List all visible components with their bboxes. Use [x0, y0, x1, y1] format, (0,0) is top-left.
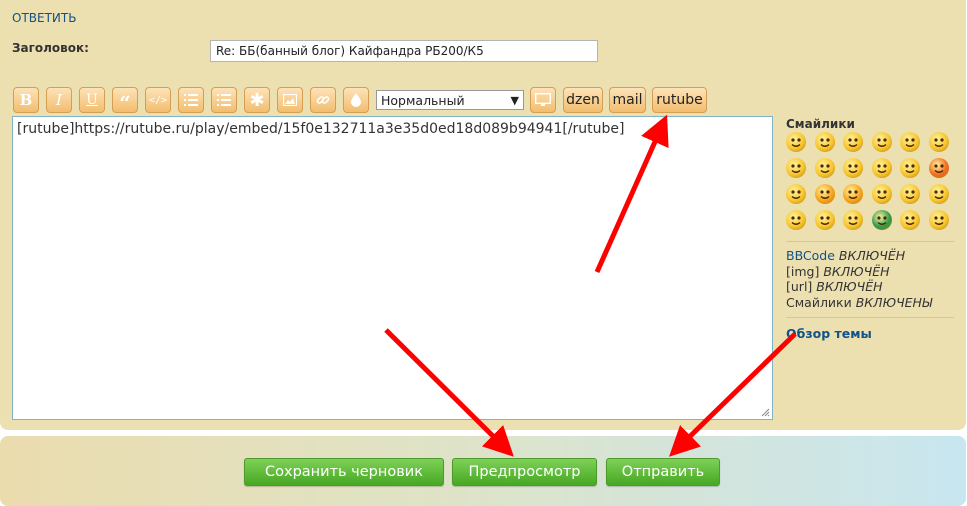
bold-icon: B [19, 91, 33, 109]
geek-smiley-icon[interactable] [900, 210, 920, 230]
nerd-smiley-icon[interactable] [928, 210, 949, 230]
color-icon [351, 93, 361, 107]
link-icon [316, 96, 330, 104]
smilies-state: ВКЛЮЧЕНЫ [855, 294, 933, 310]
url-label: [url] [786, 279, 813, 294]
ordered-list-icon [217, 94, 231, 106]
mad-smiley-icon[interactable] [900, 158, 920, 178]
image-button[interactable] [277, 87, 303, 113]
smilies-label: Смайлики [786, 294, 852, 310]
subject-label: Заголовок: [12, 41, 89, 55]
alien-smiley-icon[interactable] [871, 210, 892, 230]
idea-smiley-icon[interactable] [786, 210, 806, 230]
wink-smiley-icon[interactable] [843, 132, 863, 152]
quote-icon: “ [119, 91, 131, 115]
grin-smiley-icon[interactable] [871, 132, 892, 152]
message-content: [rutube]https://rutube.ru/play/embed/15f… [17, 121, 625, 137]
divider [786, 317, 954, 318]
mail-button[interactable]: mail [609, 87, 646, 113]
cool-smiley-icon[interactable] [814, 158, 835, 178]
shocked-smiley-icon[interactable] [928, 132, 949, 152]
quote-button[interactable]: “ [112, 87, 138, 113]
color-button[interactable] [343, 87, 369, 113]
question-smiley-icon[interactable] [928, 184, 949, 204]
subject-input[interactable] [210, 40, 598, 62]
ordered-list-button[interactable] [211, 87, 237, 113]
big-grin-smiley-icon[interactable] [786, 158, 806, 178]
save-draft-button[interactable]: Сохранить черновик [244, 458, 444, 486]
exclaim-smiley-icon[interactable] [900, 184, 920, 204]
smile-smiley-icon[interactable] [814, 132, 835, 152]
smilies-title: Смайлики [786, 117, 855, 131]
preview-button[interactable]: Предпросмотр [452, 458, 597, 486]
list-item-button[interactable]: ✱ [244, 87, 270, 113]
message-textarea[interactable]: [rutube]https://rutube.ru/play/embed/15f… [12, 116, 773, 420]
surprised-smiley-icon[interactable] [900, 132, 920, 152]
neutral-smiley-icon[interactable] [871, 184, 892, 204]
sad-smiley-icon[interactable] [871, 158, 892, 178]
resize-grip-icon[interactable] [761, 408, 770, 417]
list-button[interactable] [178, 87, 204, 113]
angry-smiley-icon[interactable] [928, 158, 949, 178]
dzen-button[interactable]: dzen [563, 87, 603, 113]
arrow-smiley-icon[interactable] [814, 210, 835, 230]
bbcode-state: ВКЛЮЧЁН [838, 248, 906, 263]
font-size-select[interactable]: Нормальный ▼ [376, 90, 524, 110]
bold-button[interactable]: B [13, 87, 39, 113]
submit-button[interactable]: Отправить [606, 458, 720, 486]
media-button[interactable] [530, 87, 556, 113]
list-item-icon: ✱ [249, 89, 265, 111]
img-label: [img] [786, 263, 820, 279]
tongue-smiley-icon[interactable] [843, 158, 863, 178]
topic-review-link[interactable]: Обзор темы [786, 326, 872, 341]
code-icon: </> [148, 94, 168, 106]
cat-smiley-icon[interactable] [814, 184, 835, 204]
evil-smiley-icon[interactable] [843, 210, 863, 230]
underline-icon: U [86, 92, 98, 108]
reply-panel: ОТВЕТИТЬ Заголовок: B I U “ </> ✱ [0, 0, 966, 430]
rutube-button[interactable]: rutube [652, 87, 707, 113]
italic-icon: I [56, 91, 62, 109]
monitor-icon [535, 93, 551, 106]
laughing-smiley-icon[interactable] [786, 132, 806, 152]
font-size-selected: Нормальный [381, 92, 465, 108]
image-icon [283, 94, 297, 106]
list-icon [184, 94, 198, 106]
italic-button[interactable]: I [46, 87, 72, 113]
post-options-status: BBCode ВКЛЮЧЁН [img] ВКЛЮЧЁН [url] ВКЛЮЧ… [786, 248, 932, 310]
link-button[interactable] [310, 87, 336, 113]
url-state: ВКЛЮЧЁН [816, 279, 883, 294]
underline-button[interactable]: U [79, 87, 105, 113]
bbcode-link[interactable]: BBCode [786, 248, 835, 263]
confused-smiley-icon[interactable] [786, 184, 806, 204]
reply-link[interactable]: ОТВЕТИТЬ [12, 11, 76, 25]
cat-wink-smiley-icon[interactable] [843, 184, 863, 204]
divider [786, 241, 954, 242]
img-state: ВКЛЮЧЁН [823, 263, 890, 279]
chevron-down-icon: ▼ [510, 93, 519, 107]
code-button[interactable]: </> [145, 87, 171, 113]
